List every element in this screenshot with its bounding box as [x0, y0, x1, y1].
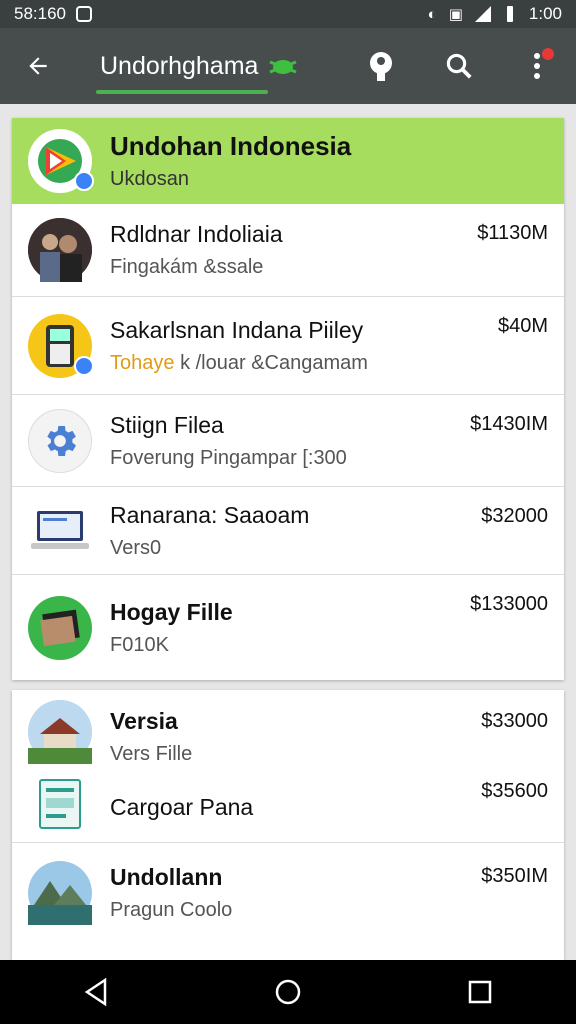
- header-subtitle: Ukdosan: [110, 168, 189, 190]
- item-price: $1130M: [477, 222, 548, 244]
- status-time: 58:160: [14, 4, 66, 23]
- toolbar: Undorhghama: [0, 28, 576, 104]
- back-button[interactable]: [0, 28, 76, 104]
- item-price: $133000: [470, 593, 548, 615]
- do-not-disturb-icon: ◐: [427, 5, 437, 23]
- settings-app-icon: [28, 408, 92, 473]
- vibrate-icon: ▣: [448, 6, 463, 23]
- toolbar-title-tab[interactable]: Undorhghama: [76, 28, 300, 104]
- toolbar-title: Undorhghama: [100, 51, 259, 80]
- item-price-2: $35600: [481, 780, 548, 802]
- android-bug-icon: [269, 60, 297, 74]
- list-item[interactable]: Sakarlsnan Indana Piiley Tohaye k /louar…: [12, 296, 564, 394]
- item-price: $1430IM: [470, 413, 548, 435]
- nav-recents-button[interactable]: [450, 962, 510, 1022]
- app-list-card-2: Versia Vers Fille Cargoar Pana $33000 $3…: [12, 690, 564, 960]
- nav-back-button[interactable]: [66, 962, 126, 1022]
- list-item[interactable]: Stiign Filea Foverung Pingampar [:300 $1…: [12, 394, 564, 486]
- signal-icon: [474, 6, 491, 22]
- status-clock: 1:00: [528, 4, 562, 23]
- item-subtitle: Vers Fille: [110, 743, 193, 765]
- item-subtitle: F010K: [110, 633, 169, 656]
- arrow-back-icon: [29, 57, 47, 75]
- file-manager-icon: [28, 595, 92, 660]
- notification-icon: [76, 6, 92, 22]
- item-subtitle: Fingakám &ssale: [110, 256, 264, 278]
- calculator-app-icon: [28, 313, 94, 378]
- list-item[interactable]: Rdldnar Indoliaia Fingakám &ssale $1130M: [12, 204, 564, 296]
- header-title: Undohan Indonesia: [110, 131, 352, 161]
- play-store-icon: [28, 129, 94, 193]
- item-price: $32000: [481, 505, 548, 527]
- list-item[interactable]: Ranarana: Saaoam Vers0 $32000: [12, 486, 564, 574]
- item-price: $33000: [481, 710, 548, 732]
- account-icon: [370, 52, 392, 81]
- item-subtitle-highlight: Tohaye: [110, 351, 175, 374]
- badge-icon: [74, 355, 94, 376]
- list-item[interactable]: Versia Vers Fille Cargoar Pana $33000 $3…: [12, 690, 564, 842]
- status-bar: 58:160 ◐ ▣ 1:00: [0, 0, 576, 28]
- search-button[interactable]: [420, 28, 498, 104]
- badge-icon: [74, 171, 94, 191]
- item-price: $350IM: [481, 865, 548, 887]
- item-subtitle: Foverung Pingampar [:300: [110, 446, 347, 469]
- list-item[interactable]: Hogay Fille F010K $133000: [12, 574, 564, 680]
- nav-recents-icon: [468, 980, 492, 1004]
- item-subtitle: Pragun Coolo: [110, 898, 233, 921]
- account-button[interactable]: [342, 28, 420, 104]
- battery-icon: [506, 6, 513, 22]
- avatar: [28, 218, 92, 282]
- laptop-icon: [28, 499, 92, 563]
- more-vert-icon: [534, 53, 540, 79]
- header-item[interactable]: Undohan Indonesia Ukdosan: [12, 118, 564, 204]
- nav-home-icon: [275, 979, 301, 1005]
- item-subtitle: k /louar &Cangamam: [180, 351, 368, 374]
- item-price: $40M: [497, 315, 548, 337]
- landscape-thumbnail: [28, 860, 92, 925]
- notification-dot: [542, 48, 554, 60]
- nav-back-icon: [84, 978, 107, 1006]
- item-subtitle: Vers0: [110, 536, 162, 559]
- nav-home-button[interactable]: [258, 962, 318, 1022]
- item-title: Sakarlsnan Indana Piiley: [110, 316, 364, 343]
- overflow-menu-button[interactable]: [498, 28, 576, 104]
- tab-indicator: [96, 90, 268, 94]
- app-list-card: Undohan Indonesia Ukdosan Rdldnar Indoli…: [12, 118, 564, 680]
- list-item[interactable]: Undollann Pragun Coolo $350IM: [12, 842, 564, 942]
- navigation-bar: [0, 960, 576, 1024]
- document-icon: [28, 772, 92, 836]
- house-thumbnail: [28, 700, 92, 764]
- search-icon: [446, 53, 472, 79]
